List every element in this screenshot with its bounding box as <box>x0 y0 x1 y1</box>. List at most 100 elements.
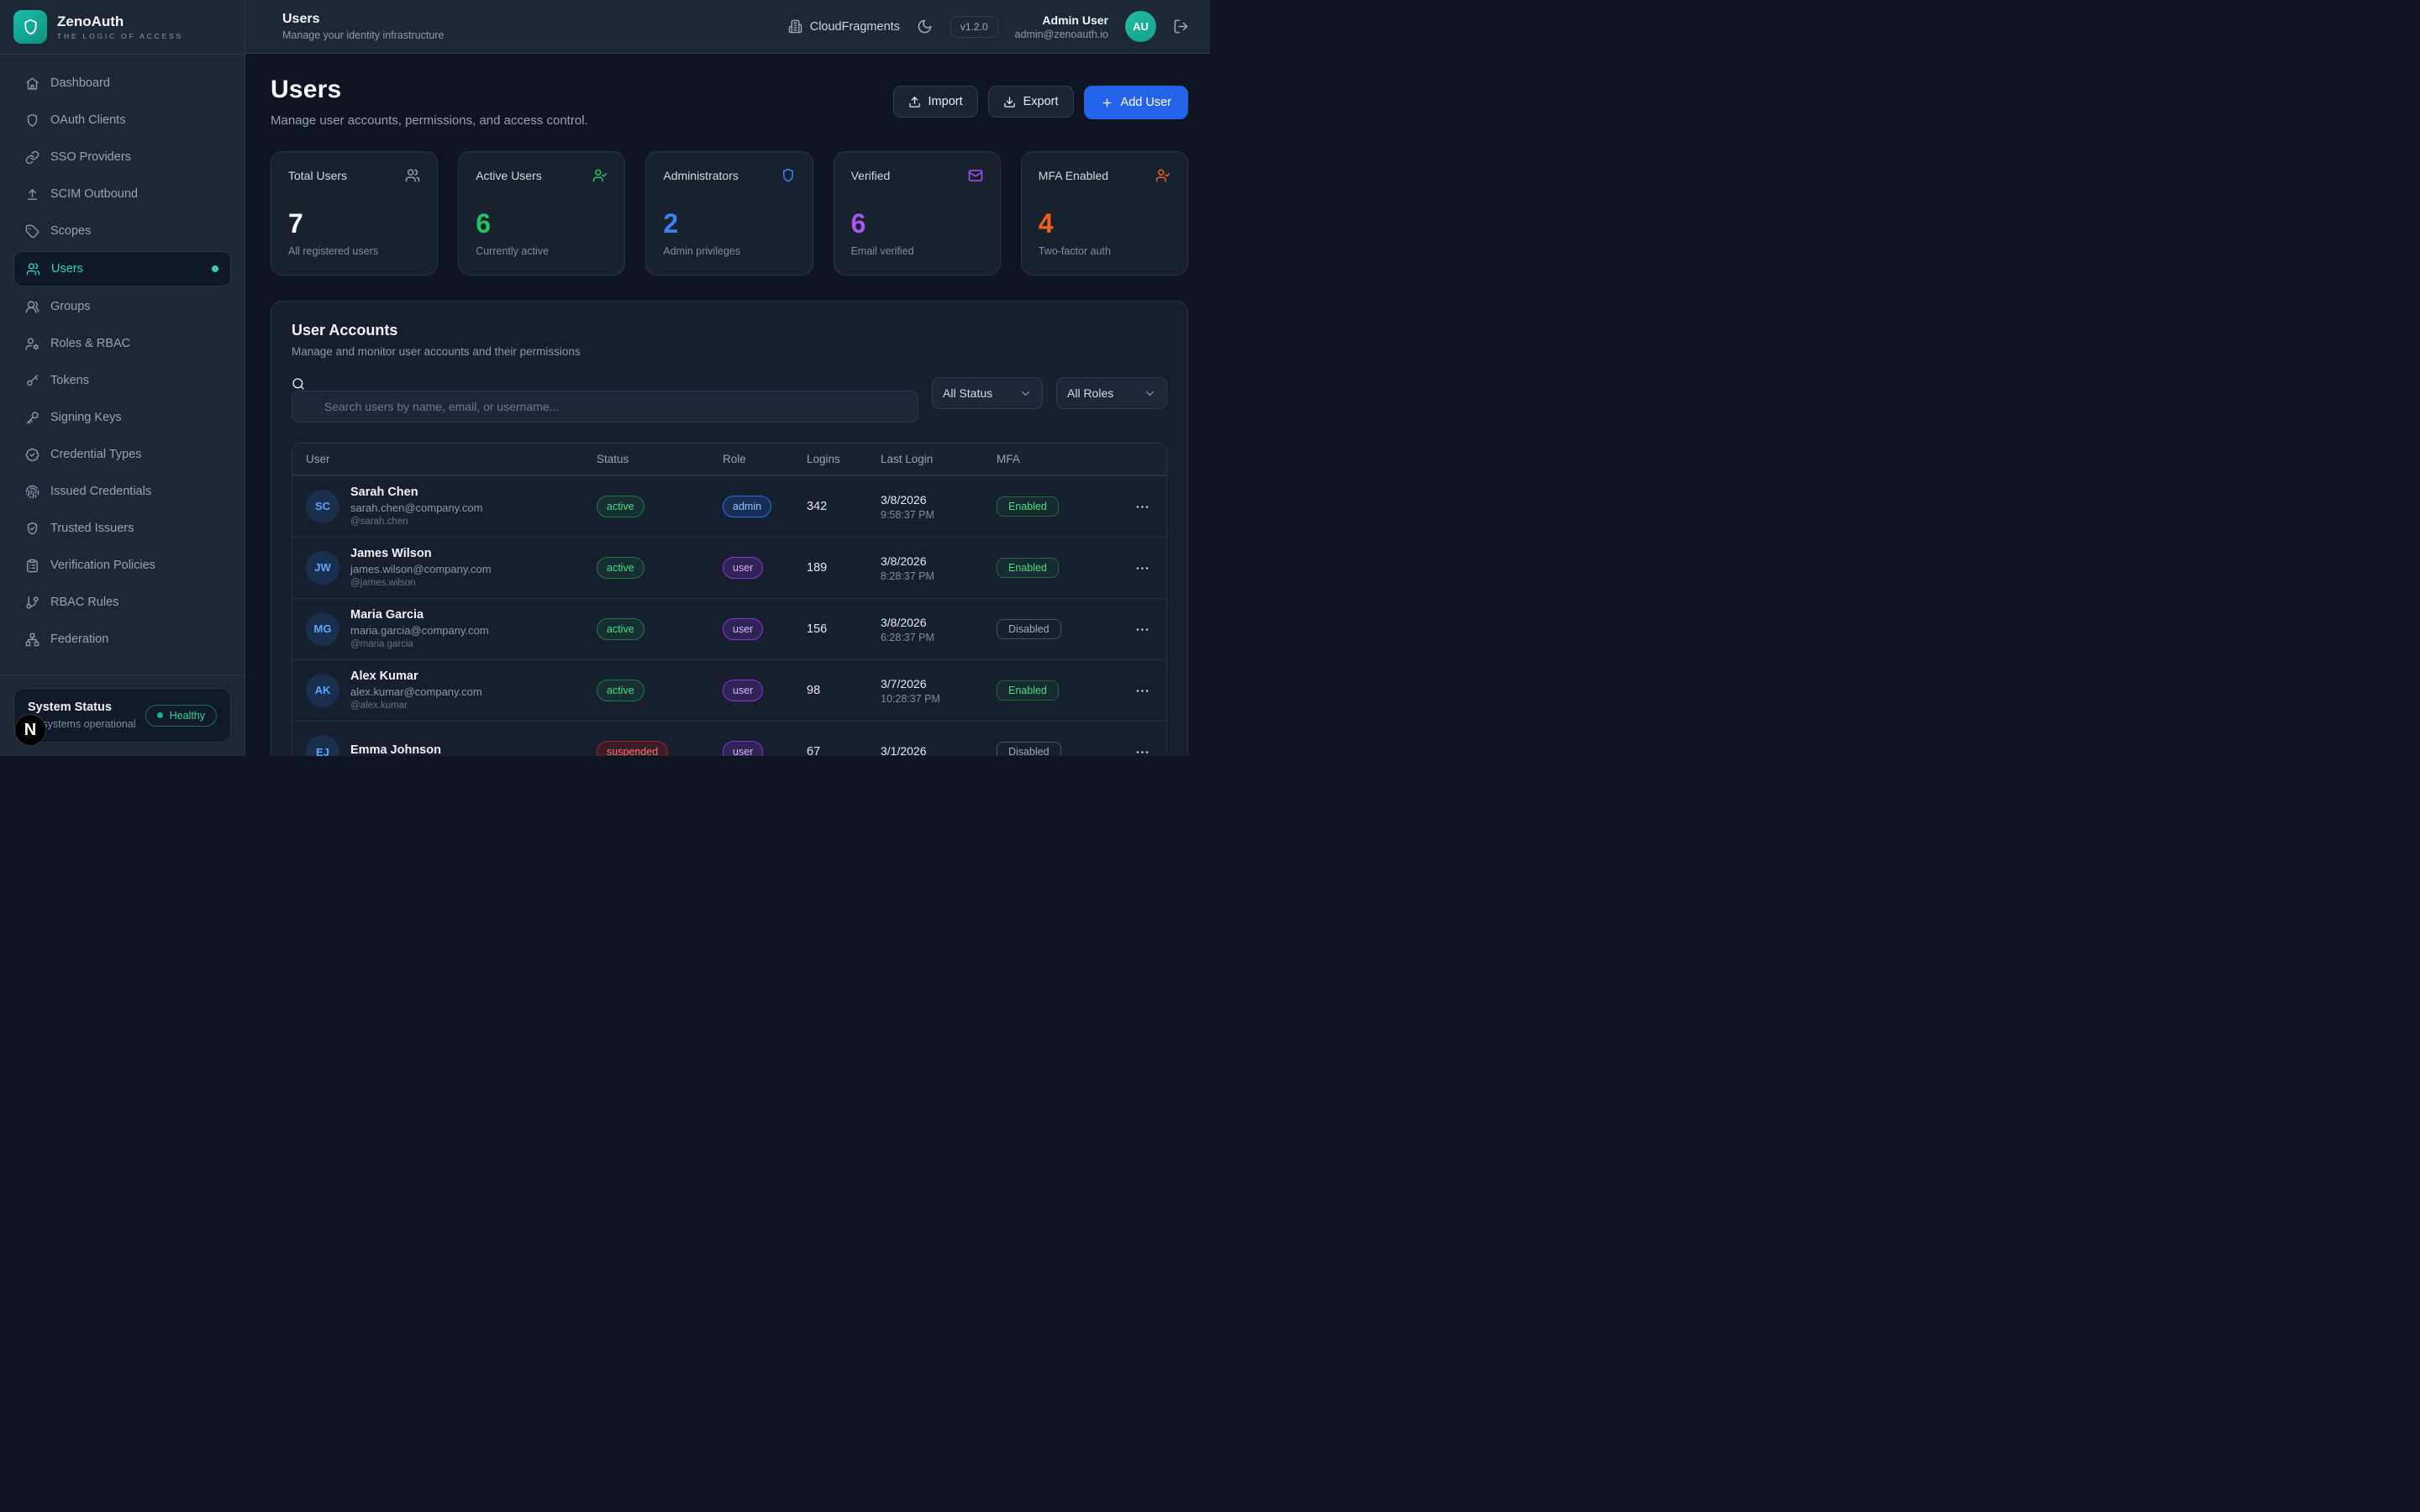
plus-icon <box>1101 97 1113 109</box>
sidebar-item-signing-keys[interactable]: Signing Keys <box>13 401 231 434</box>
fingerprint-icon <box>25 485 39 499</box>
user-accounts-card: User Accounts Manage and monitor user ac… <box>271 301 1188 756</box>
status-badge: active <box>597 496 644 518</box>
brand-tagline: THE LOGIC OF ACCESS <box>57 32 183 40</box>
row-actions-button[interactable] <box>1134 559 1153 577</box>
logout-icon <box>1173 18 1190 34</box>
ellipsis-icon <box>1134 683 1153 699</box>
ellipsis-icon <box>1134 560 1153 576</box>
main-area: Users Manage your identity infrastructur… <box>245 0 1210 756</box>
accounts-title: User Accounts <box>292 322 1167 339</box>
search-input[interactable] <box>292 391 918 423</box>
status-badge: Healthy <box>145 705 217 727</box>
avatar: SC <box>306 490 339 523</box>
user-name: Sarah Chen <box>350 485 482 500</box>
sidebar-item-tokens[interactable]: Tokens <box>13 364 231 397</box>
user-username: @sarah.chen <box>350 517 482 528</box>
row-actions-button[interactable] <box>1134 620 1153 638</box>
sidebar-item-issued-credentials[interactable]: Issued Credentials <box>13 475 231 508</box>
org-name: CloudFragments <box>810 20 900 34</box>
stat-card-administrators: Administrators 2 Admin privileges <box>645 151 813 276</box>
user-cog-icon <box>25 337 39 351</box>
nextjs-dev-badge[interactable]: N <box>14 714 46 746</box>
row-actions-button[interactable] <box>1134 681 1153 700</box>
role-badge: user <box>723 557 763 580</box>
stat-card-total-users: Total Users 7 All registered users <box>271 151 438 276</box>
theme-toggle-button[interactable] <box>917 18 934 35</box>
last-login-date: 3/8/2026 <box>881 493 997 507</box>
mail-icon <box>968 168 983 183</box>
user-username: @maria.garcia <box>350 639 489 651</box>
sidebar-item-dashboard[interactable]: Dashboard <box>13 66 231 100</box>
sidebar-item-verification-policies[interactable]: Verification Policies <box>13 549 231 582</box>
status-badge: active <box>597 618 644 641</box>
status-filter-value: All Status <box>943 386 992 400</box>
current-user-info: Admin User admin@zenoauth.io <box>1015 13 1108 40</box>
status-filter-select[interactable]: All Status <box>932 377 1043 409</box>
sidebar-item-users[interactable]: Users <box>13 251 231 286</box>
stat-value: 2 <box>663 208 795 239</box>
stat-value: 6 <box>476 208 608 239</box>
stat-card-mfa-enabled: MFA Enabled 4 Two-factor auth <box>1021 151 1188 276</box>
sidebar-item-trusted-issuers[interactable]: Trusted Issuers <box>13 512 231 545</box>
stat-card-active-users: Active Users 6 Currently active <box>458 151 625 276</box>
import-button-label: Import <box>929 95 963 108</box>
column-header-role: Role <box>723 453 807 465</box>
sidebar: ZenoAuth THE LOGIC OF ACCESS Dashboard O… <box>0 0 245 756</box>
sidebar-item-federation[interactable]: Federation <box>13 622 231 656</box>
column-header-status: Status <box>597 453 723 465</box>
export-button[interactable]: Export <box>988 86 1074 118</box>
sidebar-item-label: RBAC Rules <box>50 596 118 609</box>
stat-value: 6 <box>851 208 983 239</box>
avatar: AK <box>306 674 339 707</box>
sidebar-item-label: SCIM Outbound <box>50 187 138 201</box>
sidebar-item-groups[interactable]: Groups <box>13 290 231 323</box>
add-user-button[interactable]: Add User <box>1084 86 1188 119</box>
sidebar-item-label: Trusted Issuers <box>50 522 134 535</box>
status-badge-label: Healthy <box>170 710 205 722</box>
logout-button[interactable] <box>1173 18 1190 35</box>
row-actions-button[interactable] <box>1134 497 1153 516</box>
last-login-date: 3/8/2026 <box>881 554 997 568</box>
table-row: EJ Emma Johnson suspended user 67 3/1/20… <box>292 721 1166 756</box>
sidebar-item-label: Signing Keys <box>50 411 122 424</box>
sidebar-item-scim-outbound[interactable]: SCIM Outbound <box>13 177 231 211</box>
sidebar-item-label: Dashboard <box>50 76 110 90</box>
column-header-mfa: MFA <box>997 453 1114 465</box>
stat-card-verified: Verified 6 Email verified <box>834 151 1001 276</box>
current-user-email: admin@zenoauth.io <box>1015 29 1108 40</box>
roles-filter-select[interactable]: All Roles <box>1056 377 1167 409</box>
sidebar-item-roles-rbac[interactable]: Roles & RBAC <box>13 327 231 360</box>
user-username: @james.wilson <box>350 578 492 590</box>
sidebar-item-credential-types[interactable]: Credential Types <box>13 438 231 471</box>
sidebar-item-label: SSO Providers <box>50 150 131 164</box>
logins-count: 98 <box>807 684 881 697</box>
active-indicator-dot <box>212 265 218 272</box>
sidebar-item-oauth-clients[interactable]: OAuth Clients <box>13 103 231 137</box>
org-switcher[interactable]: CloudFragments <box>788 19 900 34</box>
sidebar-item-sso-providers[interactable]: SSO Providers <box>13 140 231 174</box>
sidebar-item-rbac-rules[interactable]: RBAC Rules <box>13 585 231 619</box>
key-icon <box>25 374 39 388</box>
user-name: Maria Garcia <box>350 607 489 622</box>
moon-icon <box>917 18 934 34</box>
home-icon <box>25 76 39 91</box>
row-actions-button[interactable] <box>1134 743 1153 756</box>
building-icon <box>788 19 802 34</box>
stat-caption: Currently active <box>476 245 608 257</box>
import-button[interactable]: Import <box>893 86 978 118</box>
logins-count: 189 <box>807 561 881 575</box>
role-badge: user <box>723 741 763 756</box>
version-badge: v1.2.0 <box>950 16 998 38</box>
user-check-icon <box>1155 168 1171 183</box>
user-email: maria.garcia@company.com <box>350 624 489 638</box>
table-row: MG Maria Garcia maria.garcia@company.com… <box>292 598 1166 659</box>
topbar: Users Manage your identity infrastructur… <box>245 0 1210 54</box>
current-user-name: Admin User <box>1015 13 1108 27</box>
user-email: alex.kumar@company.com <box>350 685 482 699</box>
user-name: Emma Johnson <box>350 743 441 756</box>
status-badge: active <box>597 557 644 580</box>
avatar[interactable]: AU <box>1125 11 1156 42</box>
sidebar-item-scopes[interactable]: Scopes <box>13 214 231 248</box>
avatar: MG <box>306 612 339 646</box>
